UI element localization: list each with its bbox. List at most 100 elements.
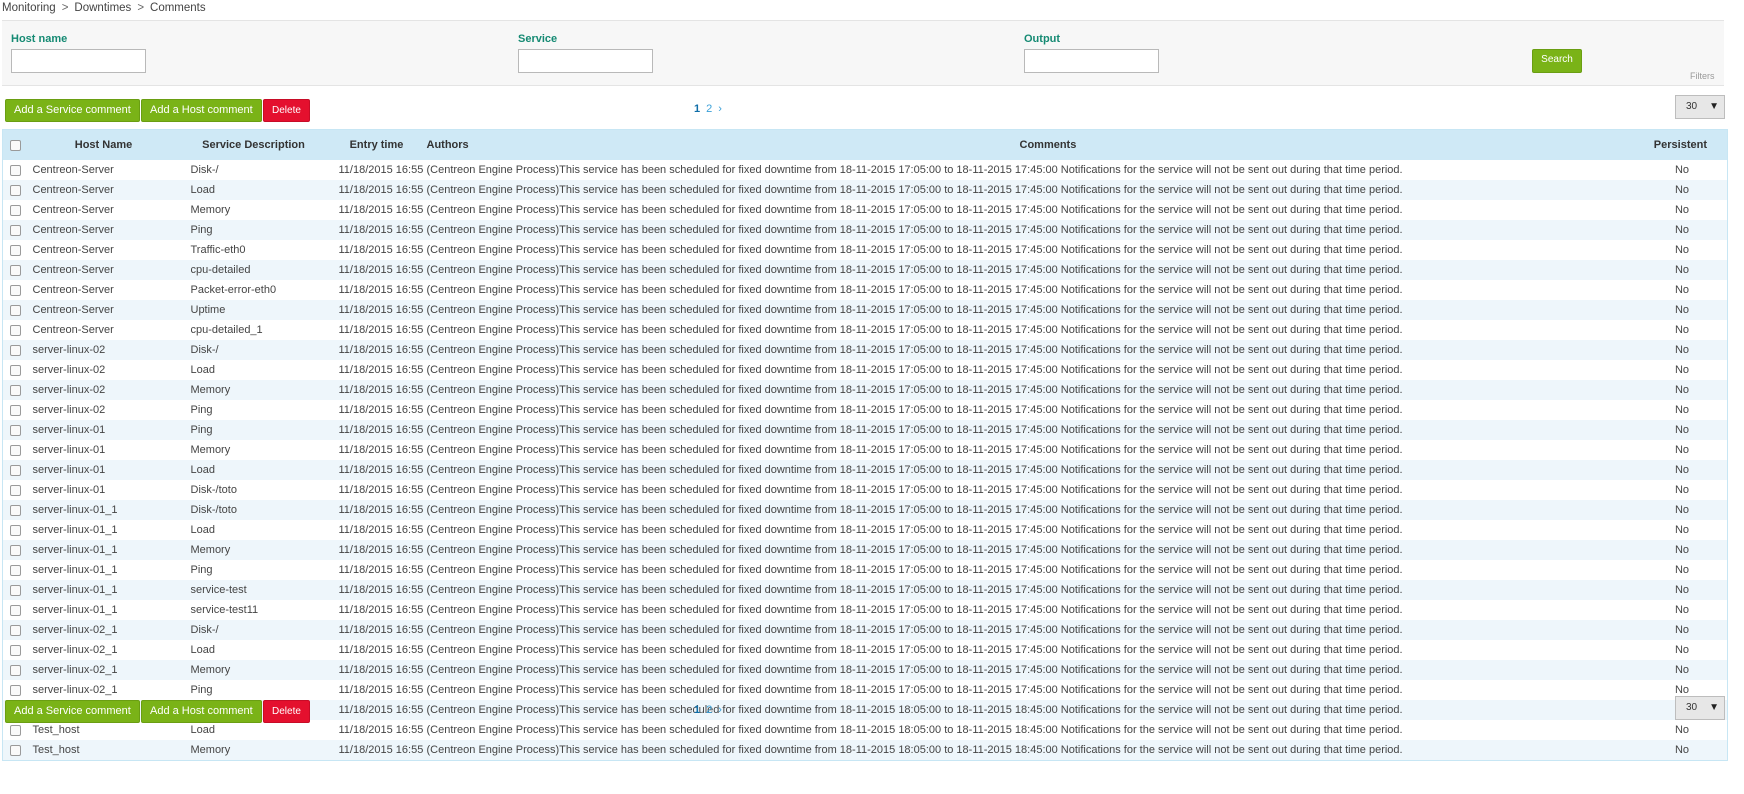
- row-checkbox[interactable]: [2, 660, 29, 680]
- host-name-cell[interactable]: Test_host: [28, 740, 179, 761]
- host-name-cell[interactable]: server-linux-01_1: [28, 500, 179, 520]
- service-cell[interactable]: Memory: [178, 740, 329, 761]
- row-checkbox[interactable]: [2, 260, 29, 280]
- service-cell[interactable]: Load: [178, 180, 329, 200]
- per-page-select-bottom[interactable]: 30 ▼: [1675, 696, 1725, 720]
- row-checkbox[interactable]: [2, 240, 29, 260]
- next-page-icon[interactable]: ›: [718, 704, 722, 716]
- column-persistent[interactable]: Persistent: [1524, 129, 1728, 160]
- service-cell[interactable]: Load: [178, 640, 329, 660]
- host-name-cell[interactable]: server-linux-01_1: [28, 580, 179, 600]
- host-name-cell[interactable]: server-linux-01_1: [28, 560, 179, 580]
- row-checkbox[interactable]: [2, 220, 29, 240]
- row-checkbox[interactable]: [2, 560, 29, 580]
- row-checkbox[interactable]: [2, 480, 29, 500]
- service-cell[interactable]: Disk-/toto: [178, 480, 329, 500]
- row-checkbox[interactable]: [2, 460, 29, 480]
- row-checkbox[interactable]: [2, 540, 29, 560]
- column-authors[interactable]: Authors: [427, 139, 469, 151]
- host-name-cell[interactable]: server-linux-01_1: [28, 540, 179, 560]
- search-button[interactable]: Search: [1532, 49, 1582, 73]
- row-checkbox[interactable]: [2, 640, 29, 660]
- page-2-link[interactable]: 2: [706, 103, 712, 115]
- row-checkbox[interactable]: [2, 300, 29, 320]
- service-cell[interactable]: Memory: [178, 540, 329, 560]
- host-name-cell[interactable]: Centreon-Server: [28, 280, 179, 300]
- service-cell[interactable]: Memory: [178, 660, 329, 680]
- add-service-comment-button-bottom[interactable]: Add a Service comment: [5, 700, 140, 723]
- service-cell[interactable]: Memory: [178, 200, 329, 220]
- row-checkbox[interactable]: [2, 600, 29, 620]
- service-cell[interactable]: Ping: [178, 560, 329, 580]
- row-checkbox[interactable]: [2, 200, 29, 220]
- service-cell[interactable]: Ping: [178, 420, 329, 440]
- service-cell[interactable]: Load: [178, 460, 329, 480]
- service-cell[interactable]: Disk-/: [178, 340, 329, 360]
- row-checkbox[interactable]: [2, 380, 29, 400]
- host-name-cell[interactable]: Centreon-Server: [28, 300, 179, 320]
- row-checkbox[interactable]: [2, 740, 29, 761]
- row-checkbox[interactable]: [2, 440, 29, 460]
- host-name-cell[interactable]: server-linux-01: [28, 420, 179, 440]
- row-checkbox[interactable]: [2, 400, 29, 420]
- host-name-cell[interactable]: Centreon-Server: [28, 180, 179, 200]
- service-cell[interactable]: Load: [178, 360, 329, 380]
- service-cell[interactable]: Packet-error-eth0: [178, 280, 329, 300]
- row-checkbox[interactable]: [2, 340, 29, 360]
- column-service-description[interactable]: Service Description: [178, 129, 329, 160]
- host-name-cell[interactable]: Centreon-Server: [28, 220, 179, 240]
- row-checkbox[interactable]: [2, 580, 29, 600]
- page-1-link[interactable]: 1: [694, 103, 700, 115]
- host-name-cell[interactable]: Centreon-Server: [28, 260, 179, 280]
- host-name-cell[interactable]: server-linux-02: [28, 340, 179, 360]
- service-cell[interactable]: Uptime: [178, 300, 329, 320]
- row-checkbox[interactable]: [2, 680, 29, 700]
- row-checkbox[interactable]: [2, 620, 29, 640]
- add-host-comment-button[interactable]: Add a Host comment: [141, 99, 262, 122]
- service-cell[interactable]: cpu-detailed: [178, 260, 329, 280]
- per-page-select[interactable]: 30 ▼: [1675, 95, 1725, 119]
- row-checkbox[interactable]: [2, 280, 29, 300]
- host-name-cell[interactable]: server-linux-01_1: [28, 600, 179, 620]
- service-cell[interactable]: Ping: [178, 400, 329, 420]
- filters-toggle[interactable]: Filters: [1690, 71, 1715, 81]
- host-name-cell[interactable]: server-linux-02_1: [28, 620, 179, 640]
- row-checkbox[interactable]: [2, 420, 29, 440]
- host-name-cell[interactable]: Centreon-Server: [28, 200, 179, 220]
- host-name-cell[interactable]: server-linux-02_1: [28, 660, 179, 680]
- service-cell[interactable]: cpu-detailed_1: [178, 320, 329, 340]
- host-name-cell[interactable]: server-linux-01: [28, 440, 179, 460]
- service-cell[interactable]: Load: [178, 520, 329, 540]
- delete-button[interactable]: Delete: [263, 99, 310, 122]
- row-checkbox[interactable]: [2, 520, 29, 540]
- host-name-cell[interactable]: server-linux-01_1: [28, 520, 179, 540]
- host-name-cell[interactable]: server-linux-01: [28, 480, 179, 500]
- breadcrumb-monitoring[interactable]: Monitoring: [2, 2, 56, 14]
- row-checkbox[interactable]: [2, 160, 29, 180]
- service-cell[interactable]: Disk-/: [178, 160, 329, 180]
- add-host-comment-button-bottom[interactable]: Add a Host comment: [141, 700, 262, 723]
- service-cell[interactable]: service-test11: [178, 600, 329, 620]
- service-cell[interactable]: Ping: [178, 220, 329, 240]
- host-name-cell[interactable]: server-linux-02_1: [28, 640, 179, 660]
- row-checkbox[interactable]: [2, 180, 29, 200]
- host-name-cell[interactable]: Centreon-Server: [28, 320, 179, 340]
- add-service-comment-button[interactable]: Add a Service comment: [5, 99, 140, 122]
- host-name-input[interactable]: [11, 49, 146, 73]
- breadcrumb-comments[interactable]: Comments: [150, 2, 206, 14]
- service-cell[interactable]: Memory: [178, 440, 329, 460]
- service-cell[interactable]: Traffic-eth0: [178, 240, 329, 260]
- next-page-icon[interactable]: ›: [718, 103, 722, 115]
- host-name-cell[interactable]: server-linux-02: [28, 380, 179, 400]
- column-comments-label[interactable]: Comments: [1020, 139, 1077, 151]
- select-all-checkbox[interactable]: [2, 129, 29, 160]
- service-cell[interactable]: Memory: [178, 380, 329, 400]
- delete-button-bottom[interactable]: Delete: [263, 700, 310, 723]
- output-input[interactable]: [1024, 49, 1159, 73]
- host-name-cell[interactable]: server-linux-01: [28, 460, 179, 480]
- service-cell[interactable]: service-test: [178, 580, 329, 600]
- service-cell[interactable]: Disk-/: [178, 620, 329, 640]
- column-entry-time[interactable]: Entry time: [328, 129, 425, 160]
- service-cell[interactable]: Ping: [178, 680, 329, 700]
- service-cell[interactable]: Disk-/toto: [178, 500, 329, 520]
